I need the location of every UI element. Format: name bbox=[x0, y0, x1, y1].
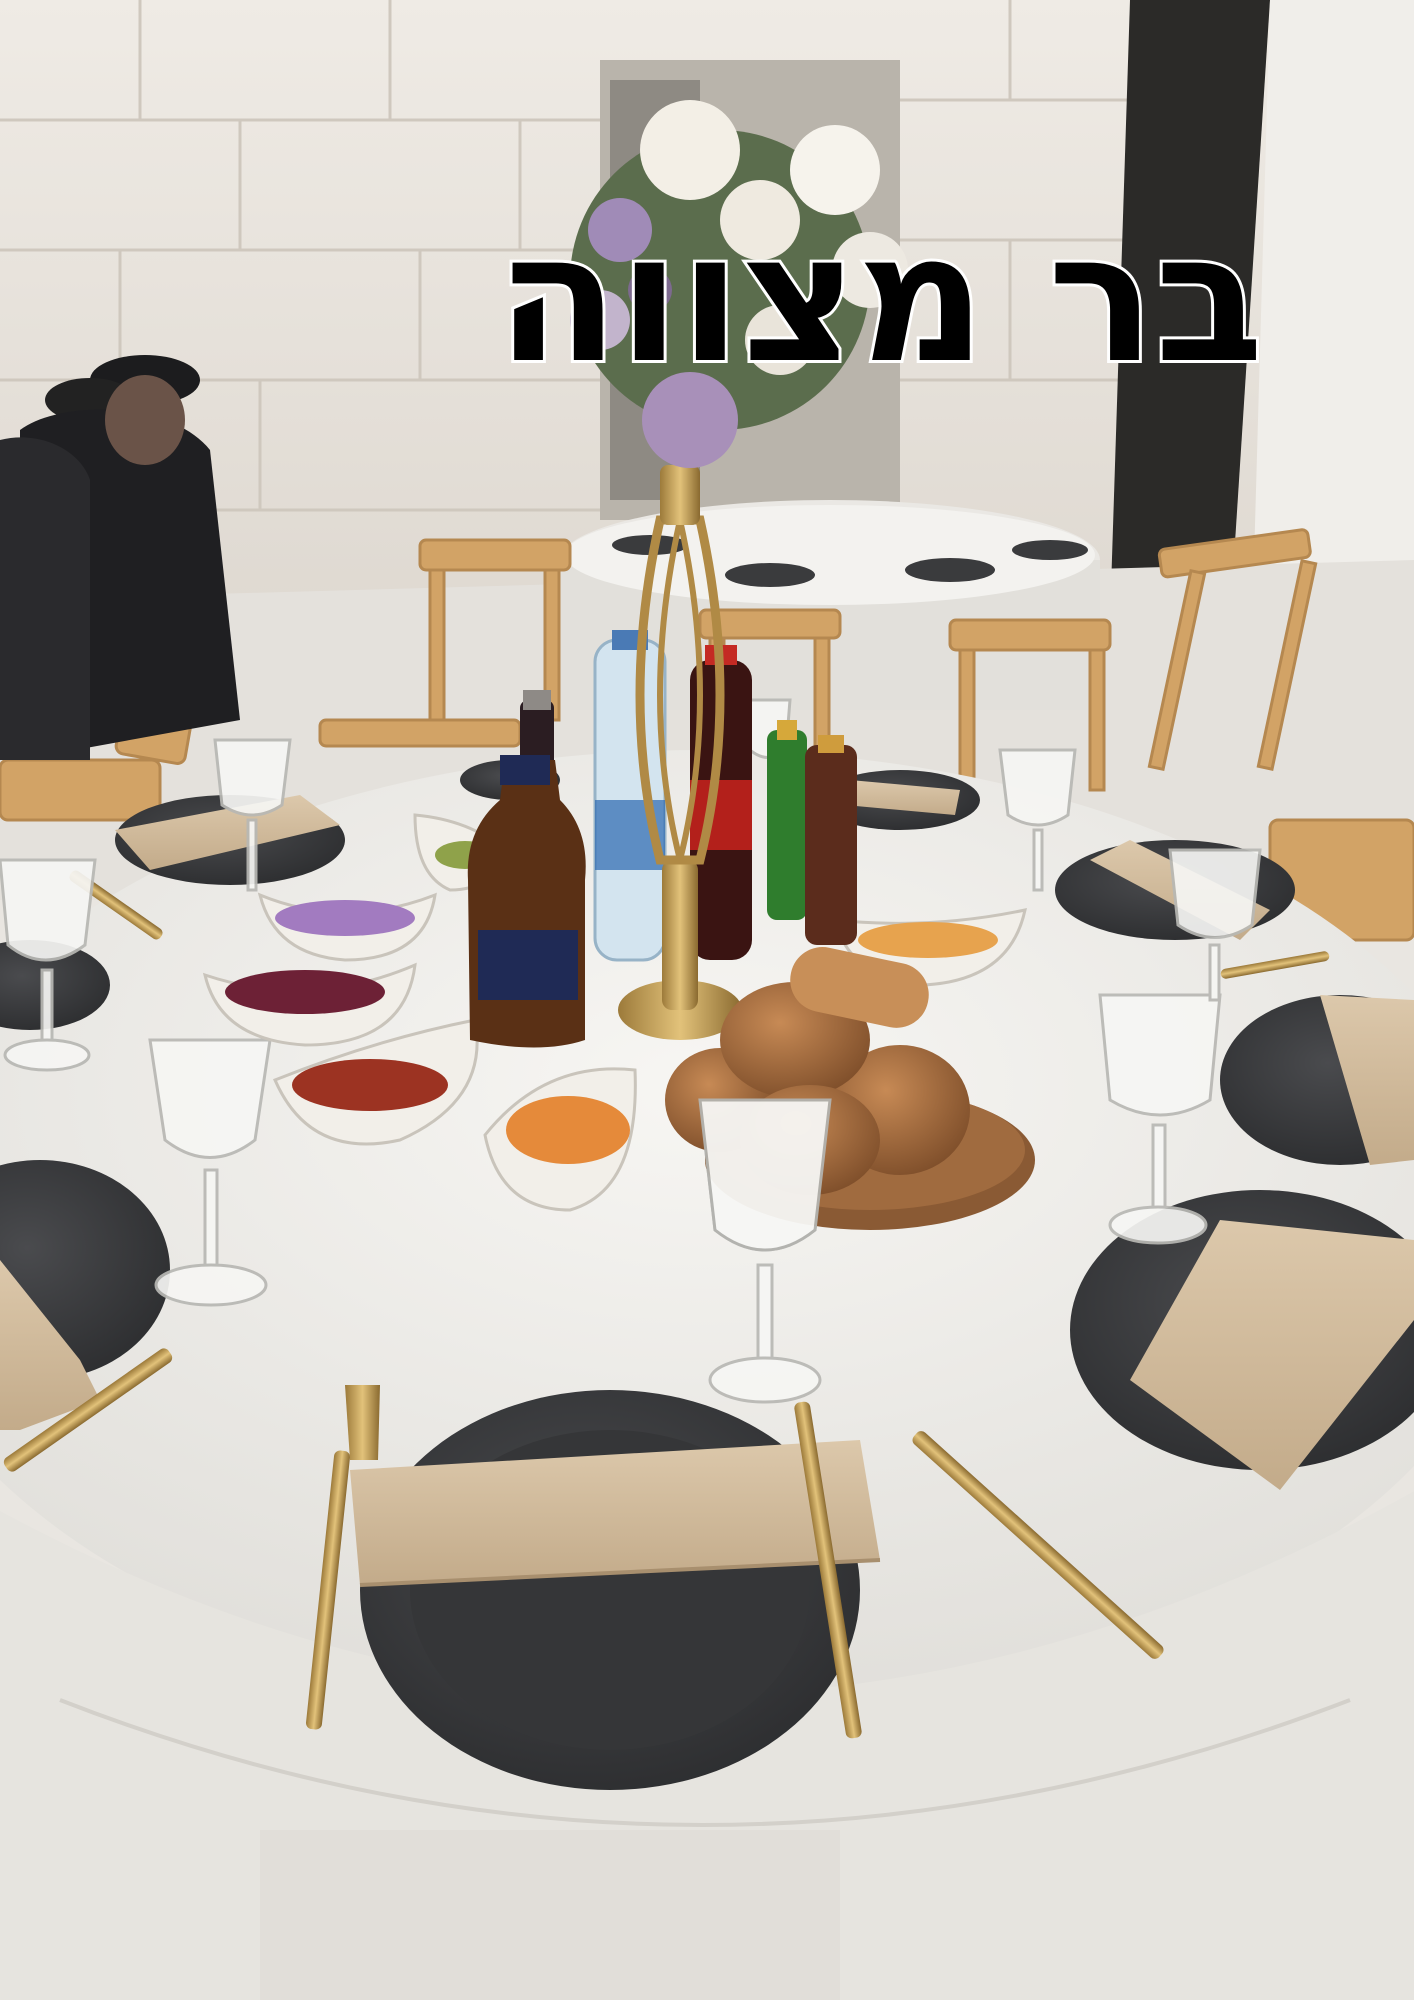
bar-mitzvah-title: בר מצווה bbox=[493, 195, 1266, 402]
front-glass bbox=[698, 1098, 832, 1252]
